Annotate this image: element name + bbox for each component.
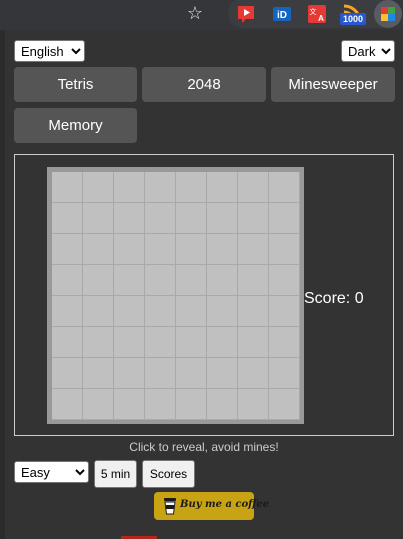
mine-cell[interactable] bbox=[238, 296, 269, 327]
mine-cell[interactable] bbox=[145, 172, 176, 203]
svg-text:A: A bbox=[318, 14, 324, 23]
mine-cell[interactable] bbox=[114, 327, 145, 358]
score-label: Score: 0 bbox=[304, 290, 364, 307]
mine-cell[interactable] bbox=[176, 265, 207, 296]
mine-cell[interactable] bbox=[176, 389, 207, 420]
minesweeper-grid bbox=[52, 172, 300, 420]
mine-cell[interactable] bbox=[269, 265, 300, 296]
translate-icon[interactable]: 文 A bbox=[305, 2, 329, 26]
mine-cell[interactable] bbox=[52, 358, 83, 389]
mine-cell[interactable] bbox=[52, 296, 83, 327]
mine-cell[interactable] bbox=[114, 296, 145, 327]
mine-cell[interactable] bbox=[114, 234, 145, 265]
mine-cell[interactable] bbox=[207, 389, 238, 420]
language-select[interactable]: English bbox=[14, 40, 85, 62]
mine-cell[interactable] bbox=[269, 172, 300, 203]
game-ext-icon[interactable] bbox=[374, 0, 402, 28]
mine-cell[interactable] bbox=[52, 389, 83, 420]
mine-cell[interactable] bbox=[114, 265, 145, 296]
difficulty-select[interactable]: Easy bbox=[14, 461, 89, 483]
mine-cell[interactable] bbox=[83, 327, 114, 358]
mine-cell[interactable] bbox=[269, 203, 300, 234]
mine-cell[interactable] bbox=[145, 327, 176, 358]
mine-cell[interactable] bbox=[269, 296, 300, 327]
mine-cell[interactable] bbox=[269, 234, 300, 265]
mine-cell[interactable] bbox=[52, 203, 83, 234]
mine-cell[interactable] bbox=[145, 296, 176, 327]
mine-cell[interactable] bbox=[238, 203, 269, 234]
mine-cell[interactable] bbox=[238, 172, 269, 203]
mine-cell[interactable] bbox=[145, 265, 176, 296]
mine-cell[interactable] bbox=[52, 265, 83, 296]
mine-cell[interactable] bbox=[269, 358, 300, 389]
mine-cell[interactable] bbox=[269, 327, 300, 358]
buy-me-coffee-button[interactable]: Buy me a coffee bbox=[154, 492, 269, 520]
tetris-button[interactable]: Tetris bbox=[14, 67, 137, 102]
mine-cell[interactable] bbox=[83, 234, 114, 265]
minesweeper-button[interactable]: Minesweeper bbox=[271, 67, 395, 102]
youtube-red-icon[interactable] bbox=[234, 2, 258, 26]
mine-cell[interactable] bbox=[269, 389, 300, 420]
mine-cell[interactable] bbox=[145, 389, 176, 420]
coffee-cup-icon bbox=[164, 498, 176, 515]
mine-cell[interactable] bbox=[207, 327, 238, 358]
time-button[interactable]: 5 min bbox=[94, 460, 137, 488]
mine-cell[interactable] bbox=[176, 234, 207, 265]
mine-cell[interactable] bbox=[238, 389, 269, 420]
mine-cell[interactable] bbox=[145, 358, 176, 389]
mine-cell[interactable] bbox=[238, 327, 269, 358]
memory-button[interactable]: Memory bbox=[14, 108, 137, 143]
mine-cell[interactable] bbox=[238, 358, 269, 389]
svg-text:iD: iD bbox=[277, 10, 287, 21]
scores-button[interactable]: Scores bbox=[142, 460, 195, 488]
mine-cell[interactable] bbox=[207, 296, 238, 327]
mine-cell[interactable] bbox=[114, 203, 145, 234]
mine-cell[interactable] bbox=[145, 234, 176, 265]
game-area: Score: 0 bbox=[14, 154, 394, 436]
mine-cell[interactable] bbox=[238, 234, 269, 265]
game-hint: Click to reveal, avoid mines! bbox=[129, 440, 279, 454]
minesweeper-board bbox=[47, 167, 304, 424]
mine-cell[interactable] bbox=[83, 203, 114, 234]
mine-cell[interactable] bbox=[83, 296, 114, 327]
mine-cell[interactable] bbox=[207, 265, 238, 296]
mine-cell[interactable] bbox=[207, 203, 238, 234]
mine-cell[interactable] bbox=[114, 358, 145, 389]
mine-cell[interactable] bbox=[207, 358, 238, 389]
mine-cell[interactable] bbox=[83, 265, 114, 296]
game-popup: English Dark Tetris 2048 Minesweeper Mem… bbox=[5, 30, 403, 539]
mine-cell[interactable] bbox=[52, 234, 83, 265]
mine-cell[interactable] bbox=[176, 172, 207, 203]
mine-cell[interactable] bbox=[83, 358, 114, 389]
2048-button[interactable]: 2048 bbox=[142, 67, 266, 102]
mine-cell[interactable] bbox=[238, 265, 269, 296]
mine-cell[interactable] bbox=[114, 389, 145, 420]
mine-cell[interactable] bbox=[83, 172, 114, 203]
bookmark-star-icon[interactable]: ☆ bbox=[185, 2, 205, 24]
mine-cell[interactable] bbox=[114, 172, 145, 203]
id-icon[interactable]: iD bbox=[270, 2, 294, 26]
mine-cell[interactable] bbox=[207, 172, 238, 203]
mine-cell[interactable] bbox=[145, 203, 176, 234]
mine-cell[interactable] bbox=[52, 327, 83, 358]
rss-badge: 1000 bbox=[340, 13, 366, 25]
mine-cell[interactable] bbox=[176, 203, 207, 234]
coffee-label: Buy me a coffee bbox=[180, 499, 270, 510]
theme-select[interactable]: Dark bbox=[341, 40, 395, 62]
mine-cell[interactable] bbox=[176, 296, 207, 327]
mine-cell[interactable] bbox=[83, 389, 114, 420]
mine-cell[interactable] bbox=[176, 327, 207, 358]
svg-text:文: 文 bbox=[310, 7, 317, 16]
mine-cell[interactable] bbox=[207, 234, 238, 265]
mine-cell[interactable] bbox=[52, 172, 83, 203]
mine-cell[interactable] bbox=[176, 358, 207, 389]
